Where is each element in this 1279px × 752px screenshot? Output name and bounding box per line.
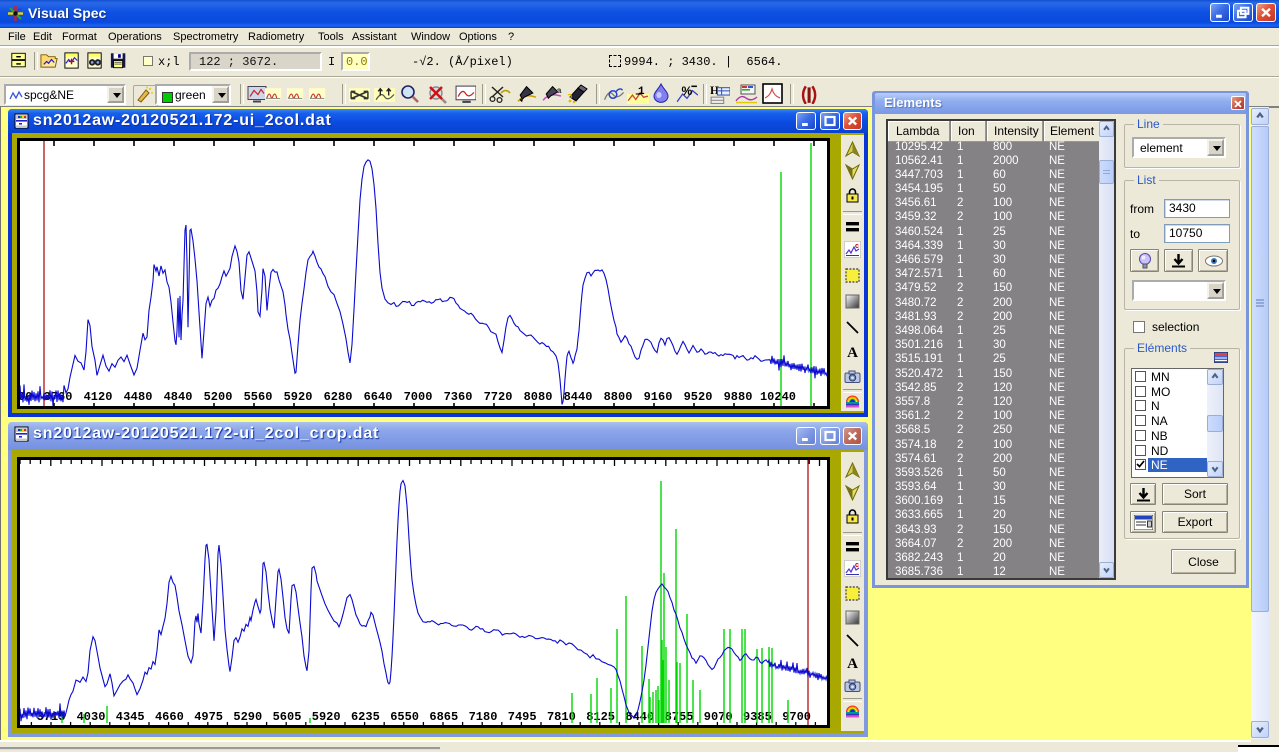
svg-text:%: % — [682, 84, 693, 98]
svg-text:5560: 5560 — [244, 390, 273, 404]
svg-text:4975: 4975 — [194, 710, 223, 724]
svg-text:8440: 8440 — [564, 390, 593, 404]
svg-text:1: 1 — [638, 86, 645, 98]
svg-text:A: A — [847, 345, 858, 360]
svg-text:6865: 6865 — [429, 710, 458, 724]
svg-text:4120: 4120 — [84, 390, 113, 404]
svg-text:A: A — [847, 656, 858, 671]
svg-text:7000: 7000 — [404, 390, 433, 404]
svg-text:7495: 7495 — [508, 710, 537, 724]
svg-text:6280: 6280 — [324, 390, 353, 404]
svg-text:10240: 10240 — [760, 390, 796, 404]
svg-text:7360: 7360 — [444, 390, 473, 404]
svg-text:9070: 9070 — [704, 710, 733, 724]
svg-text:c: c — [855, 562, 859, 569]
svg-text:4480: 4480 — [124, 390, 153, 404]
svg-text:9880: 9880 — [724, 390, 753, 404]
svg-text:4660: 4660 — [155, 710, 184, 724]
svg-text:5605: 5605 — [273, 710, 302, 724]
svg-text:5920: 5920 — [312, 710, 341, 724]
svg-text:7720: 7720 — [484, 390, 513, 404]
svg-text:6640: 6640 — [364, 390, 393, 404]
svg-text:c: c — [855, 243, 859, 250]
svg-text:5290: 5290 — [233, 710, 262, 724]
svg-text:8800: 8800 — [604, 390, 633, 404]
svg-text:4030: 4030 — [77, 710, 106, 724]
svg-text:7180: 7180 — [469, 710, 498, 724]
svg-text:6235: 6235 — [351, 710, 380, 724]
svg-text:9160: 9160 — [644, 390, 673, 404]
svg-text:a: a — [557, 85, 562, 95]
svg-text:4840: 4840 — [164, 390, 193, 404]
svg-text:9520: 9520 — [684, 390, 713, 404]
svg-text:4345: 4345 — [116, 710, 145, 724]
svg-text:5920: 5920 — [284, 390, 313, 404]
svg-text:9700: 9700 — [782, 710, 811, 724]
svg-text:5200: 5200 — [204, 390, 233, 404]
svg-text:6550: 6550 — [390, 710, 419, 724]
svg-text:8080: 8080 — [524, 390, 553, 404]
